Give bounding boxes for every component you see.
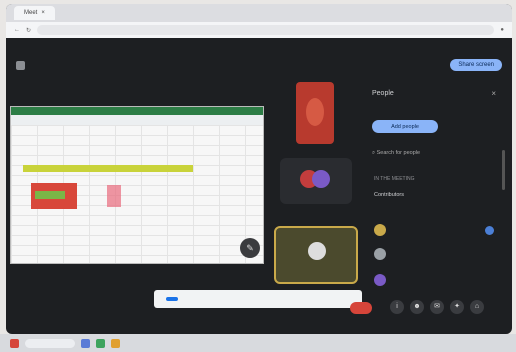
- notification-toast: [154, 290, 362, 308]
- people-panel: People × Add people ⌕ Search for people …: [366, 82, 504, 312]
- close-icon[interactable]: ×: [41, 10, 45, 16]
- highlight-row: [23, 165, 193, 172]
- app-icon[interactable]: [111, 338, 120, 348]
- list-item[interactable]: [374, 246, 494, 262]
- avatar: [374, 248, 386, 260]
- panel-title: People: [372, 90, 394, 97]
- participant-tile-1[interactable]: [296, 82, 334, 144]
- section-label: IN THE MEETING: [374, 176, 415, 182]
- toast-primary-button[interactable]: [166, 297, 178, 301]
- lock-icon[interactable]: ⌂: [470, 300, 484, 314]
- reload-icon[interactable]: ↻: [26, 27, 31, 34]
- sheet-toolbar: [11, 115, 263, 125]
- meeting-icon: [16, 60, 25, 70]
- pink-cells: [107, 185, 121, 207]
- contributors-label[interactable]: Contributors: [374, 192, 404, 198]
- app-icon[interactable]: [81, 338, 90, 348]
- info-icon[interactable]: i: [390, 300, 404, 314]
- sheet-title-bar: [11, 107, 263, 115]
- participant-tile-3[interactable]: [274, 226, 358, 284]
- back-icon[interactable]: ←: [14, 27, 20, 33]
- taskbar-search[interactable]: [25, 338, 75, 348]
- start-icon[interactable]: [10, 338, 19, 348]
- share-screen-button[interactable]: Share screen: [450, 59, 502, 71]
- shared-spreadsheet: [10, 106, 264, 264]
- chat-icon[interactable]: ✉: [430, 300, 444, 314]
- activities-icon[interactable]: ✦: [450, 300, 464, 314]
- list-item[interactable]: [374, 222, 494, 238]
- close-icon[interactable]: ×: [491, 89, 496, 98]
- meeting-header: Share screen: [6, 54, 512, 76]
- annotate-pen-icon[interactable]: ✎: [240, 238, 260, 258]
- tab-label: Meet: [24, 10, 38, 16]
- taskbar: [0, 334, 516, 352]
- avatar: [374, 274, 386, 286]
- profile-icon[interactable]: ●: [500, 27, 504, 33]
- list-item[interactable]: [374, 272, 494, 288]
- address-bar: ← ↻ ●: [6, 22, 512, 38]
- avatar: [312, 170, 330, 188]
- people-icon[interactable]: ☻: [410, 300, 424, 314]
- meeting-controls: i ☻ ✉ ✦ ⌂: [390, 300, 484, 314]
- mic-icon[interactable]: [485, 225, 494, 235]
- participant-video: [306, 98, 324, 126]
- url-field[interactable]: [37, 25, 495, 35]
- add-people-button[interactable]: Add people: [372, 120, 438, 133]
- green-cells: [35, 191, 65, 199]
- scrollbar[interactable]: [502, 150, 505, 190]
- search-input[interactable]: ⌕ Search for people: [372, 150, 420, 157]
- tab-bar: Meet ×: [6, 4, 512, 22]
- browser-tab[interactable]: Meet ×: [14, 6, 55, 20]
- avatar: [308, 242, 326, 260]
- search-icon: ⌕: [372, 150, 376, 156]
- leave-call-button[interactable]: [350, 302, 372, 314]
- avatar: [374, 224, 386, 236]
- app-icon[interactable]: [96, 338, 105, 348]
